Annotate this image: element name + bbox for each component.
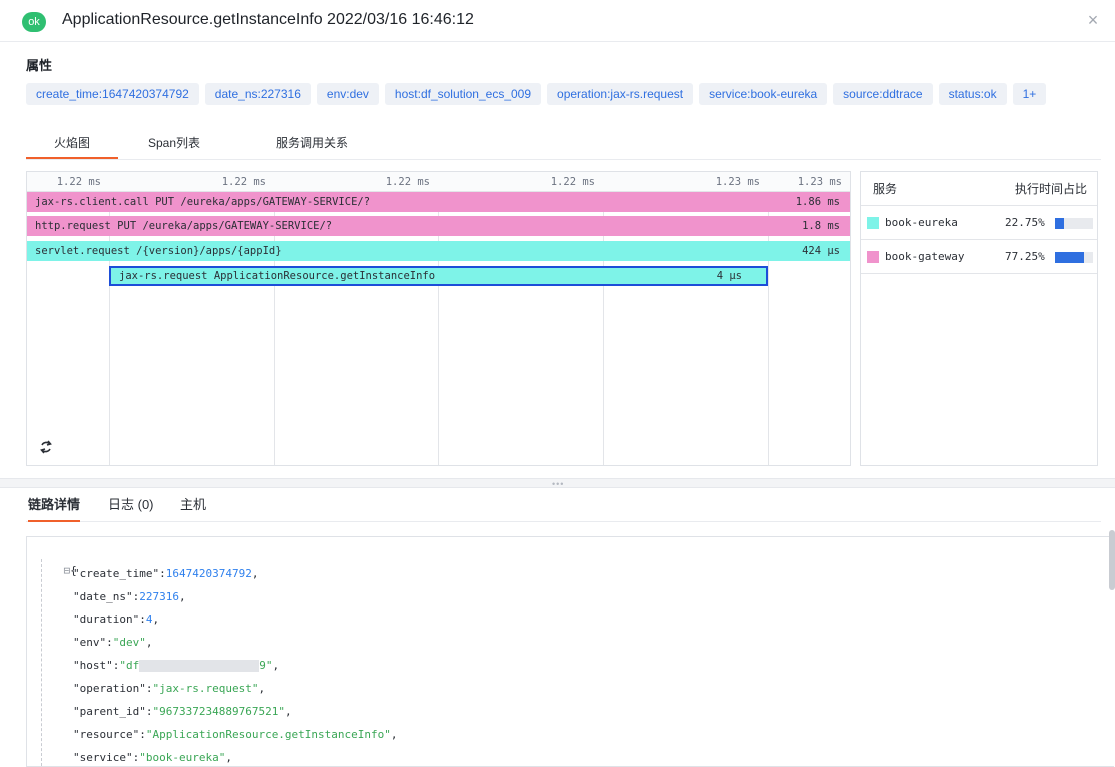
json-viewer: ⊟{ "create_time":1647420374792, "date_ns… bbox=[26, 536, 1114, 767]
attribute-tag[interactable]: service:book-eureka bbox=[699, 83, 828, 105]
json-line: "env":"dev", bbox=[73, 636, 153, 649]
redacted-value bbox=[139, 660, 260, 672]
json-line: "duration":4, bbox=[73, 613, 160, 626]
refresh-icon[interactable] bbox=[37, 438, 55, 456]
time-tick: 1.22 ms bbox=[550, 176, 595, 188]
status-badge: ok bbox=[22, 12, 46, 32]
color-swatch bbox=[867, 217, 879, 229]
json-key: "host" bbox=[73, 659, 113, 672]
attribute-tag[interactable]: source:ddtrace bbox=[833, 83, 933, 105]
legend-percent: 22.75% bbox=[1005, 216, 1045, 229]
tab-logs[interactable]: 日志 (0) bbox=[108, 492, 154, 522]
view-tabs: 火焰图 Span列表 服务调用关系 bbox=[26, 128, 1101, 160]
json-line: "service":"book-eureka", bbox=[73, 751, 232, 764]
scrollbar[interactable] bbox=[1109, 530, 1115, 590]
more-tags-button[interactable]: 1+ bbox=[1012, 83, 1047, 105]
drag-handle-icon: ••• bbox=[552, 479, 565, 489]
detail-tabs: 链路详情 日志 (0) 主机 bbox=[26, 492, 1101, 522]
attribute-tag[interactable]: create_time:1647420374792 bbox=[26, 83, 199, 105]
tab-span-list[interactable]: Span列表 bbox=[136, 128, 212, 159]
json-value: "jax-rs.request" bbox=[152, 682, 259, 695]
time-tick: 1.22 ms bbox=[56, 176, 101, 188]
json-value: "book-eureka" bbox=[139, 751, 226, 764]
json-key: "service" bbox=[73, 751, 133, 764]
json-value: 227316 bbox=[139, 590, 179, 603]
json-key: "env" bbox=[73, 636, 107, 649]
percent-bar bbox=[1055, 252, 1093, 263]
service-legend: 服务 执行时间占比 book-eureka 22.75% book-gatewa… bbox=[860, 171, 1098, 466]
json-key: "date_ns" bbox=[73, 590, 133, 603]
json-line: "parent_id":"967337234889767521", bbox=[73, 705, 292, 718]
span-duration: 1.86 ms bbox=[795, 196, 840, 208]
tab-trace-details[interactable]: 链路详情 bbox=[28, 492, 81, 522]
percent-bar-fill bbox=[1055, 218, 1064, 229]
percent-bar bbox=[1055, 218, 1093, 229]
attribute-tag[interactable]: status:ok bbox=[938, 83, 1007, 105]
legend-service-name: book-gateway bbox=[885, 250, 965, 263]
span-duration: 4 µs bbox=[716, 270, 742, 282]
json-value: "967337234889767521" bbox=[152, 705, 285, 718]
time-tick: 1.23 ms bbox=[797, 176, 842, 188]
legend-col-service: 服务 bbox=[873, 182, 898, 196]
legend-percent: 77.25% bbox=[1005, 250, 1045, 263]
tab-flame-graph[interactable]: 火焰图 bbox=[26, 128, 118, 159]
span-bar-selected[interactable]: jax-rs.request ApplicationResource.getIn… bbox=[109, 266, 768, 286]
legend-service-name: book-eureka bbox=[885, 216, 958, 229]
span-bar[interactable]: jax-rs.client.call PUT /eureka/apps/GATE… bbox=[27, 192, 850, 212]
attribute-tag[interactable]: host:df_solution_ecs_009 bbox=[384, 83, 542, 105]
json-value: 4 bbox=[145, 613, 153, 626]
json-key: "create_time" bbox=[73, 567, 160, 580]
percent-bar-fill bbox=[1055, 252, 1084, 263]
time-ruler: 1.22 ms 1.22 ms 1.22 ms 1.22 ms 1.23 ms … bbox=[27, 172, 850, 192]
json-key: "parent_id" bbox=[73, 705, 146, 718]
json-value: 1647420374792 bbox=[165, 567, 252, 580]
attributes-heading: 属性 bbox=[26, 58, 53, 73]
span-bar[interactable]: http.request PUT /eureka/apps/GATEWAY-SE… bbox=[27, 216, 850, 236]
span-duration: 1.8 ms bbox=[802, 220, 840, 232]
json-value-prefix: "df bbox=[119, 659, 140, 672]
json-key: "duration" bbox=[73, 613, 140, 626]
span-label: servlet.request /{version}/apps/{appId} bbox=[35, 245, 282, 257]
span-label: jax-rs.request ApplicationResource.getIn… bbox=[119, 270, 436, 282]
json-key: "resource" bbox=[73, 728, 140, 741]
legend-row[interactable]: book-eureka 22.75% bbox=[861, 206, 1097, 240]
json-line: "operation":"jax-rs.request", bbox=[73, 682, 266, 695]
page-title: ApplicationResource.getInstanceInfo 2022… bbox=[62, 11, 474, 28]
json-line: "date_ns":227316, bbox=[73, 590, 186, 603]
json-value-suffix: 9" bbox=[259, 659, 273, 672]
span-label: http.request PUT /eureka/apps/GATEWAY-SE… bbox=[35, 220, 333, 232]
json-line: "host":"df 9", bbox=[73, 659, 280, 672]
span-bar[interactable]: servlet.request /{version}/apps/{appId} … bbox=[27, 241, 850, 261]
attribute-tags: create_time:1647420374792 date_ns:227316… bbox=[26, 83, 1047, 105]
span-label: jax-rs.client.call PUT /eureka/apps/GATE… bbox=[35, 196, 371, 208]
time-tick: 1.22 ms bbox=[385, 176, 430, 188]
color-swatch bbox=[867, 251, 879, 263]
tab-service-map[interactable]: 服务调用关系 bbox=[262, 128, 362, 159]
json-key: "operation" bbox=[73, 682, 146, 695]
span-duration: 424 µs bbox=[802, 245, 840, 257]
drawer-header: ok ApplicationResource.getInstanceInfo 2… bbox=[0, 0, 1115, 42]
close-icon[interactable]: × bbox=[1083, 10, 1103, 30]
legend-col-ratio: 执行时间占比 bbox=[1014, 182, 1087, 196]
json-open-line: ⊟{ bbox=[37, 541, 77, 577]
json-value: "dev" bbox=[112, 636, 146, 649]
time-tick: 1.23 ms bbox=[715, 176, 760, 188]
legend-row[interactable]: book-gateway 77.25% bbox=[861, 240, 1097, 274]
json-value: "ApplicationResource.getInstanceInfo" bbox=[145, 728, 391, 741]
attribute-tag[interactable]: date_ns:227316 bbox=[204, 83, 311, 105]
json-line: "resource":"ApplicationResource.getInsta… bbox=[73, 728, 398, 741]
tab-host[interactable]: 主机 bbox=[180, 492, 206, 522]
legend-header: 服务 执行时间占比 bbox=[861, 172, 1097, 206]
json-line: "create_time":1647420374792, bbox=[73, 567, 259, 580]
panel-resize-handle[interactable]: ••• bbox=[0, 478, 1115, 489]
attribute-tag[interactable]: operation:jax-rs.request bbox=[547, 83, 694, 105]
time-tick: 1.22 ms bbox=[221, 176, 266, 188]
flame-graph: 1.22 ms 1.22 ms 1.22 ms 1.22 ms 1.23 ms … bbox=[26, 171, 851, 466]
attribute-tag[interactable]: env:dev bbox=[316, 83, 379, 105]
